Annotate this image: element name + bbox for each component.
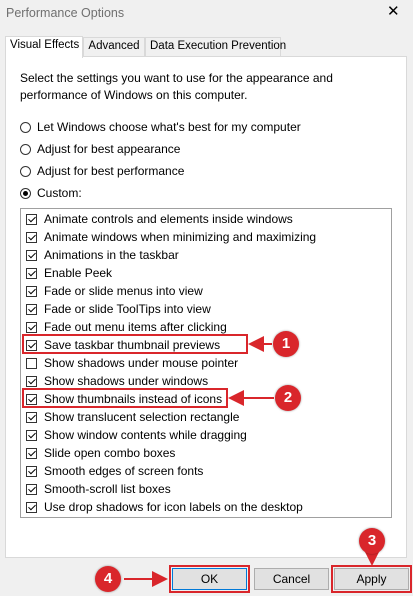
annotation-badge-1: 1 xyxy=(273,331,299,357)
tab-visual-effects[interactable]: Visual Effects xyxy=(5,36,83,58)
annotation-arrows xyxy=(124,336,380,587)
annotation-badge-3: 3 xyxy=(359,528,385,554)
annotation-badge-4: 4 xyxy=(95,566,121,592)
annotation-badge-2: 2 xyxy=(275,385,301,411)
